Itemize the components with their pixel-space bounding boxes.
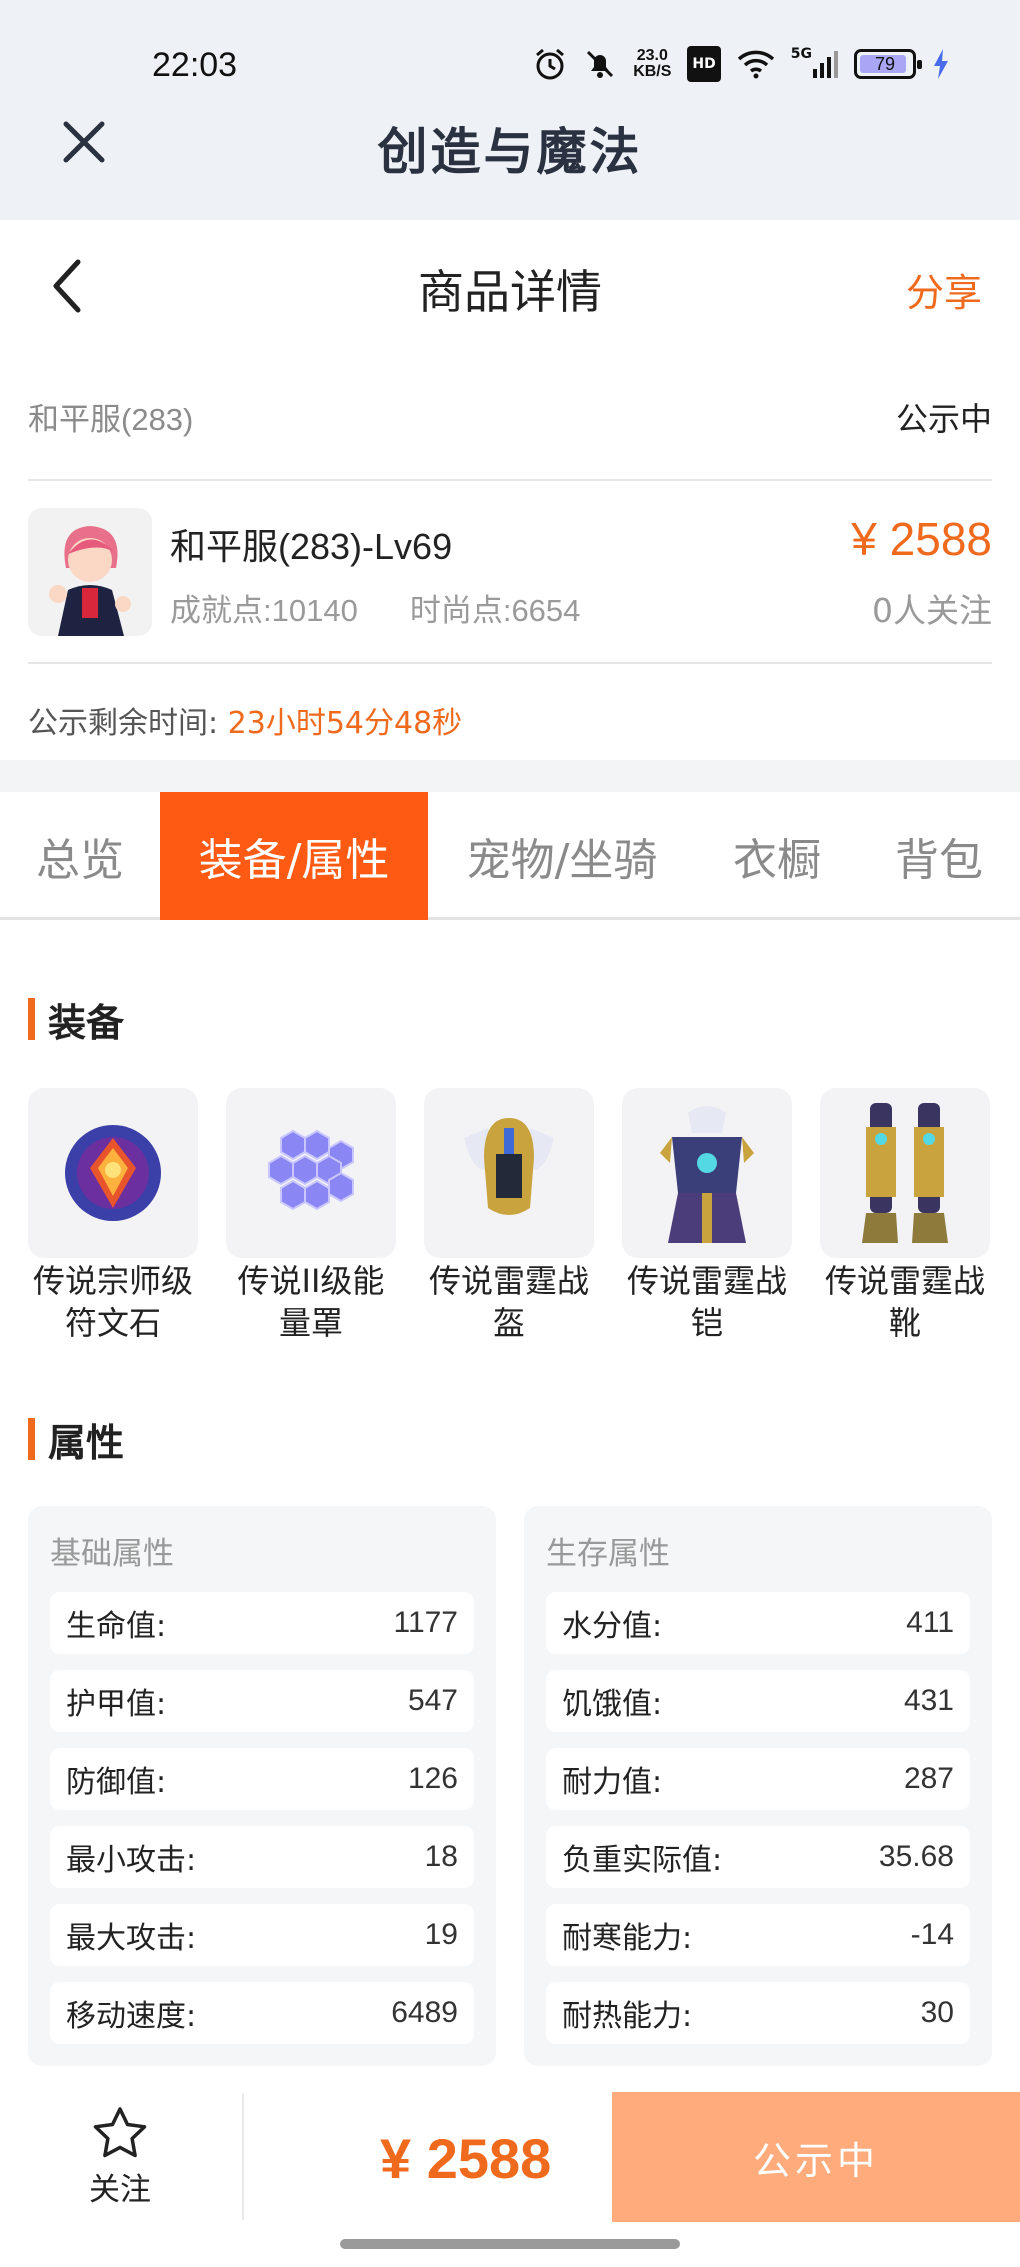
equipment-item[interactable]: 传说II级能 量罩: [226, 1088, 396, 1344]
tab-backpack[interactable]: 背包: [858, 792, 1020, 920]
mute-bell-icon: [583, 46, 617, 82]
basic-attributes-panel: 基础属性 生命值: 1177 护甲值: 547 防御值: 126 最小攻击: 18 最大…: [28, 1506, 496, 2066]
listing-state: 公示中: [895, 400, 992, 438]
battery-icon: 79: [854, 49, 922, 79]
equipment-item[interactable]: 传说雷霆战盔: [424, 1088, 594, 1344]
server-name: 和平服(283): [28, 402, 194, 437]
item-name: 和平服(283)-Lv69: [170, 526, 453, 567]
signal-icon: 5G: [791, 46, 838, 82]
section-gap: [0, 760, 1020, 792]
follow-button[interactable]: 关注: [60, 2106, 180, 2209]
public-status-button[interactable]: 公示中: [612, 2092, 1020, 2222]
divider: [28, 662, 992, 664]
item-price: ¥ 2588: [851, 513, 992, 565]
character-avatar: [28, 508, 152, 636]
attribute-row: 耐力值: 287: [546, 1748, 970, 1810]
attribute-row: 最大攻击: 19: [50, 1904, 474, 1966]
item-stats: 成就点:10140 时尚点:6654: [170, 585, 580, 630]
attribute-row: 饥饿值: 431: [546, 1670, 970, 1732]
tab-bar: 总览 装备/属性 宠物/坐骑 衣橱 背包: [0, 792, 1020, 920]
attribute-row: 防御值: 126: [50, 1748, 474, 1810]
hd-badge: HD: [687, 46, 721, 82]
equipment-section-title: 装备: [28, 992, 124, 1047]
charging-icon: [932, 46, 950, 82]
energy-shield-icon: [268, 1129, 354, 1211]
page-title: 商品详情: [418, 265, 602, 319]
tab-overview[interactable]: 总览: [0, 792, 160, 920]
wifi-icon: [737, 46, 775, 82]
remaining-time: 公示剩余时间: 23小时54分48秒: [28, 698, 462, 742]
equipment-item[interactable]: 传说宗师级 符文石: [28, 1088, 198, 1344]
achievement-points: 成就点:10140: [170, 593, 358, 628]
status-bar: 22:03 23.0 KB/S HD 5G 79: [0, 0, 1020, 130]
boots-icon: [862, 1103, 948, 1243]
basic-attributes-title: 基础属性: [50, 1536, 174, 1572]
fashion-points: 时尚点:6654: [409, 593, 581, 628]
follow-label: 关注: [89, 2172, 151, 2208]
divider: [242, 2094, 244, 2220]
attribute-row: 耐热能力: 30: [546, 1982, 970, 2044]
equipment-item[interactable]: 传说雷霆战靴: [820, 1088, 990, 1344]
attribute-row: 护甲值: 547: [50, 1670, 474, 1732]
character-avatar-icon: [28, 508, 152, 636]
follower-count: 0人关注: [872, 591, 992, 630]
bottom-price: ¥ 2588: [380, 2127, 552, 2190]
survival-attributes-panel: 生存属性 水分值: 411 饥饿值: 431 耐力值: 287 负重实际值: 35.68…: [524, 1506, 992, 2066]
remaining-time-value: 23小时54分48秒: [227, 706, 463, 741]
star-icon: [93, 2107, 147, 2158]
attribute-row: 水分值: 411: [546, 1592, 970, 1654]
divider: [28, 479, 992, 481]
attribute-row: 移动速度: 6489: [50, 1982, 474, 2044]
tab-wardrobe[interactable]: 衣橱: [696, 792, 858, 920]
attribute-row: 耐寒能力: -14: [546, 1904, 970, 1966]
rune-stone-icon: [65, 1125, 161, 1221]
armor-icon: [660, 1106, 754, 1243]
tab-equipment-attributes[interactable]: 装备/属性: [160, 792, 428, 920]
attribute-row: 负重实际值: 35.68: [546, 1826, 970, 1888]
status-time: 22:03: [152, 46, 238, 84]
attribute-row: 最小攻击: 18: [50, 1826, 474, 1888]
helmet-icon: [464, 1118, 554, 1215]
home-indicator[interactable]: [340, 2239, 680, 2249]
alarm-icon: [533, 46, 567, 82]
share-button[interactable]: 分享: [906, 262, 982, 317]
app-title: 创造与魔法: [377, 122, 643, 181]
remaining-time-label: 公示剩余时间:: [28, 706, 219, 741]
survival-attributes-title: 生存属性: [546, 1536, 670, 1572]
net-speed: 23.0 KB/S: [633, 47, 672, 80]
attribute-row: 生命值: 1177: [50, 1592, 474, 1654]
tab-pets-mounts[interactable]: 宠物/坐骑: [428, 792, 696, 920]
equipment-item[interactable]: 传说雷霆战铠: [622, 1088, 792, 1344]
attributes-section-title: 属性: [28, 1412, 124, 1467]
